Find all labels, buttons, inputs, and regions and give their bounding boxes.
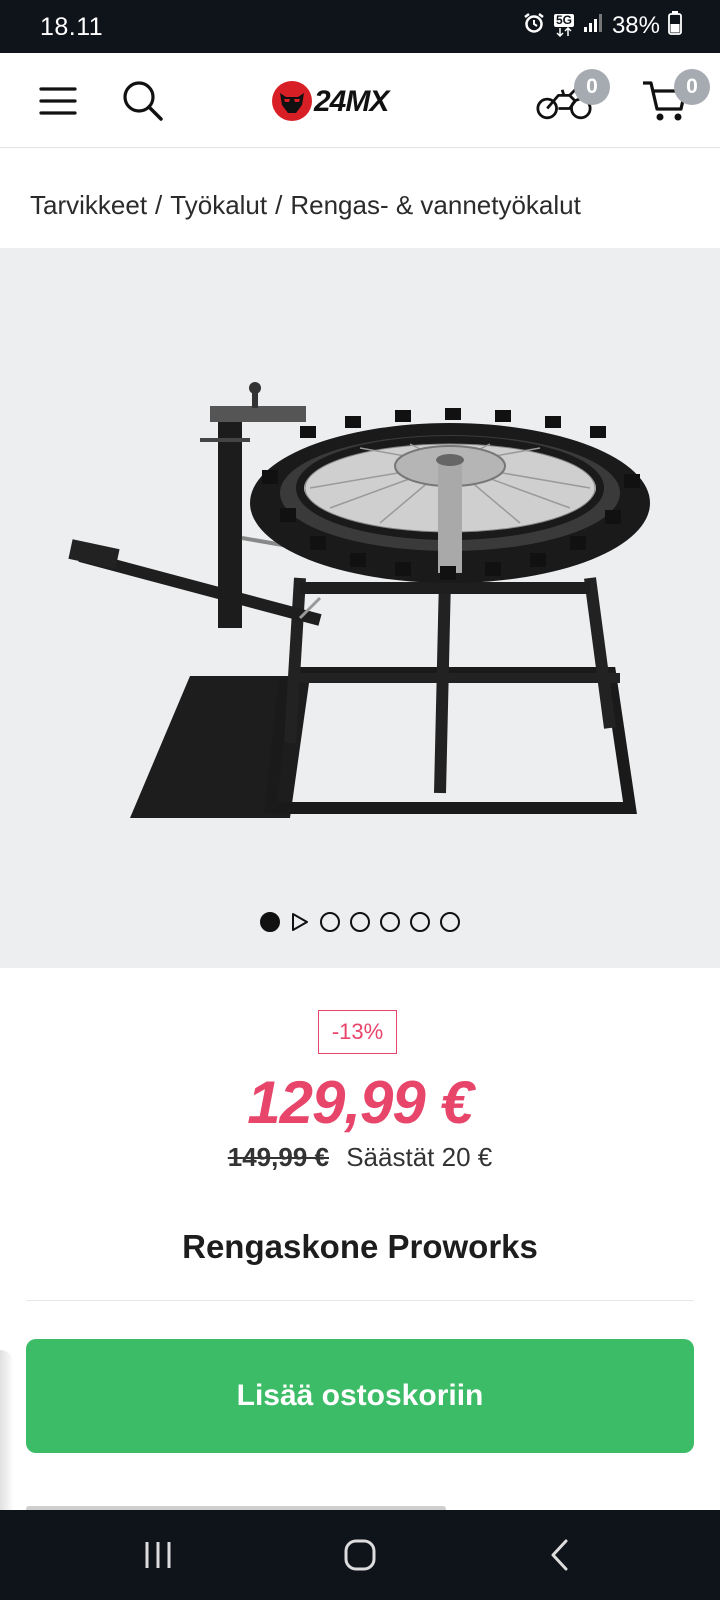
truncated-description — [26, 1500, 694, 1510]
breadcrumb-link[interactable]: Työkalut — [170, 190, 267, 221]
site-header: 24MX 0 0 — [0, 53, 720, 148]
signal-icon — [582, 12, 604, 39]
search-icon — [123, 81, 163, 121]
breadcrumb-link[interactable]: Tarvikkeet — [30, 190, 147, 221]
status-icons: 5G 38% — [522, 11, 682, 40]
svg-text:24MX: 24MX — [313, 85, 391, 118]
product-image[interactable] — [0, 248, 720, 888]
savings-text: Säästät 20 € — [346, 1142, 493, 1172]
gallery-dot-active[interactable] — [260, 912, 280, 932]
breadcrumb-separator: / — [275, 190, 283, 220]
back-icon — [551, 1539, 568, 1571]
garage-button[interactable]: 0 — [536, 69, 610, 129]
gallery-pagination — [260, 912, 460, 932]
logo[interactable]: 24MX — [270, 75, 450, 127]
recent-apps-button[interactable] — [128, 1528, 188, 1582]
status-bar: 18.11 5G 38% — [0, 0, 720, 53]
gallery-dot[interactable] — [440, 912, 460, 932]
system-nav-bar — [0, 1510, 720, 1600]
gallery-dot[interactable] — [350, 912, 370, 932]
gallery-dot[interactable] — [410, 912, 430, 932]
cart-button[interactable]: 0 — [636, 69, 710, 129]
network-label: 5G — [553, 13, 574, 27]
breadcrumb-separator: / — [155, 190, 163, 220]
battery-percent: 38% — [611, 11, 660, 39]
hamburger-icon — [39, 87, 77, 115]
back-button[interactable] — [530, 1528, 590, 1582]
menu-button[interactable] — [30, 73, 86, 129]
logo-icon: 24MX — [272, 81, 392, 121]
breadcrumb-link[interactable]: Rengas- & vannetyökalut — [290, 190, 581, 221]
current-price: 129,99 € — [247, 1069, 474, 1136]
gallery-dot[interactable] — [380, 912, 400, 932]
status-time: 18.11 — [40, 13, 104, 41]
cart-count-badge: 0 — [674, 69, 710, 105]
gallery-dot[interactable] — [320, 912, 340, 932]
product-gallery[interactable] — [0, 248, 720, 968]
battery-icon — [668, 11, 682, 40]
discount-badge: -13% — [318, 1010, 397, 1054]
garage-count-badge: 0 — [574, 69, 610, 105]
network-5g-icon: 5G — [553, 13, 574, 37]
home-button[interactable] — [330, 1528, 390, 1582]
add-to-cart-button[interactable]: Lisää ostoskoriin — [26, 1339, 694, 1453]
play-video-icon[interactable] — [290, 912, 310, 932]
alarm-icon — [522, 11, 546, 40]
divider — [26, 1300, 694, 1301]
original-price: 149,99 € — [227, 1142, 329, 1172]
breadcrumb: Tarvikkeet / Työkalut / Rengas- & vannet… — [30, 190, 581, 221]
product-title: Rengaskone Proworks — [182, 1228, 538, 1265]
price-comparison: 149,99 € Säästät 20 € — [0, 1142, 720, 1173]
recent-apps-icon — [145, 1542, 171, 1568]
search-button[interactable] — [115, 73, 171, 129]
edge-panel-handle[interactable] — [0, 1350, 14, 1530]
home-icon — [344, 1539, 376, 1571]
